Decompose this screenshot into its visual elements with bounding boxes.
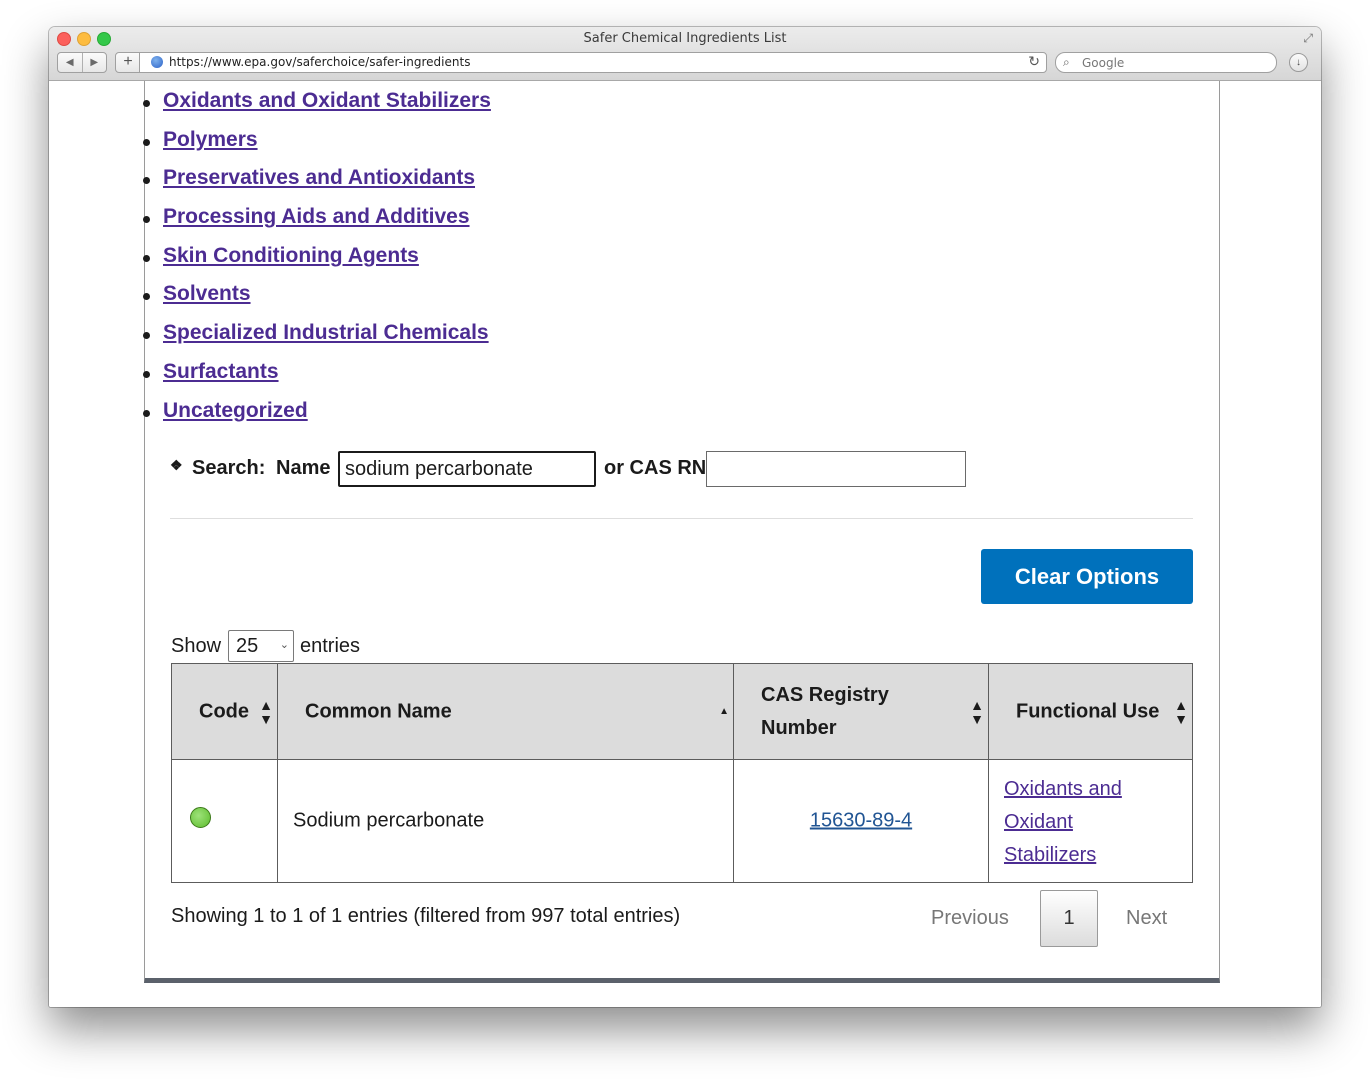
category-link[interactable]: Skin Conditioning Agents [163,244,419,267]
list-item: Skin Conditioning Agents [143,238,491,277]
name-search-input[interactable] [338,451,596,487]
column-header-label: Code [199,700,249,722]
url-text[interactable]: https://www.epa.gov/saferchoice/safer-in… [169,55,470,69]
category-list: Oxidants and Oxidant Stabilizers Polymer… [143,83,491,432]
magnifier-icon: ⌕ [1063,55,1070,69]
sort-both-icon: ▲ ▼ [970,696,984,727]
list-item: Uncategorized [143,393,491,432]
column-header-label: Functional Use [1016,700,1160,722]
sort-both-icon: ▲ ▼ [1174,696,1188,727]
search-label: Search: [192,457,266,479]
cas-cell: 15630-89-4 [733,759,989,883]
category-link[interactable]: Preservatives and Antioxidants [163,166,475,189]
back-forward-buttons: ◀ ▶ [57,52,107,73]
table-info: Showing 1 to 1 of 1 entries (filtered fr… [171,905,681,927]
show-label: Show [171,635,222,657]
common-name: Sodium percarbonate [293,809,485,832]
sort-ascending-icon: ▲ [719,705,729,717]
list-item: Oxidants and Oxidant Stabilizers [143,83,491,122]
search-placeholder: Google [1082,56,1125,70]
category-link[interactable]: Surfactants [163,360,279,383]
next-page-button[interactable]: Next [1126,907,1167,930]
functional-use-cell: Oxidants and Oxidant Stabilizers [988,759,1193,883]
window-title: Safer Chemical Ingredients List [583,31,787,46]
chevron-down-icon: ⌄ [279,639,289,651]
cas-link[interactable]: 15630-89-4 [734,810,988,833]
browser-window: Safer Chemical Ingredients List ⤢ ◀ ▶ + … [49,27,1321,1007]
functional-use-link[interactable]: Oxidants and Oxidant Stabilizers [1004,773,1154,872]
download-icon[interactable]: ↓ [1289,53,1308,72]
list-item: Surfactants [143,354,491,393]
common-name-cell: Sodium percarbonate [277,759,734,883]
globe-icon [151,56,163,68]
column-header-label: Common Name [305,700,452,722]
previous-page-button[interactable]: Previous [931,907,1009,930]
title-bar: Safer Chemical Ingredients List ⤢ ◀ ▶ + … [49,27,1321,81]
category-link[interactable]: Polymers [163,128,258,151]
column-header-cas[interactable]: CAS Registry Number ▲ ▼ [733,663,989,760]
divider [170,518,1193,519]
list-item: Preservatives and Antioxidants [143,160,491,199]
code-cell [171,759,278,883]
column-header-functional-use[interactable]: Functional Use ▲ ▼ [988,663,1193,760]
reload-icon[interactable]: ↻ [1028,53,1040,70]
page-viewport: Oxidants and Oxidant Stabilizers Polymer… [49,81,1321,1007]
entries-select[interactable]: 25 ⌄ [228,630,294,662]
fullscreen-icon[interactable]: ⤢ [1303,31,1313,46]
forward-arrow-icon[interactable]: ▶ [83,53,107,72]
entries-label: entries [300,635,361,657]
results-table: Code ▲ ▼ Common Name ▲ CAS Registry Numbe… [171,663,1193,883]
green-circle-icon [190,807,211,828]
entries-select-value: 25 [236,635,259,657]
category-link[interactable]: Solvents [163,282,251,305]
table-header-row: Code ▲ ▼ Common Name ▲ CAS Registry Numbe… [171,663,1193,760]
diamond-bullet-icon: ❖ [170,457,183,473]
list-item: Solvents [143,276,491,315]
browser-search-field[interactable]: ⌕ Google [1055,52,1277,73]
category-link[interactable]: Oxidants and Oxidant Stabilizers [163,89,491,112]
address-bar[interactable]: https://www.epa.gov/saferchoice/safer-in… [139,52,1047,73]
cas-search-input[interactable] [706,451,966,487]
plus-icon: + [123,53,133,70]
category-link[interactable]: Specialized Industrial Chemicals [163,321,489,344]
list-item: Polymers [143,122,491,161]
cas-label: or CAS RN [604,457,707,479]
column-header-common-name[interactable]: Common Name ▲ [277,663,734,760]
name-label: Name [276,457,331,479]
new-tab-button[interactable]: + [115,52,141,73]
category-link[interactable]: Uncategorized [163,399,308,422]
back-arrow-icon[interactable]: ◀ [58,53,83,72]
sort-both-icon: ▲ ▼ [259,696,273,727]
column-header-label: CAS Registry Number [761,683,889,739]
column-header-code[interactable]: Code ▲ ▼ [171,663,278,760]
table-row: Sodium percarbonate 15630-89-4 Oxidants … [171,759,1193,883]
category-link[interactable]: Processing Aids and Additives [163,205,470,228]
clear-options-button[interactable]: Clear Options [981,549,1193,604]
list-item: Specialized Industrial Chemicals [143,315,491,354]
list-item: Processing Aids and Additives [143,199,491,238]
page-button-current[interactable]: 1 [1040,890,1098,947]
